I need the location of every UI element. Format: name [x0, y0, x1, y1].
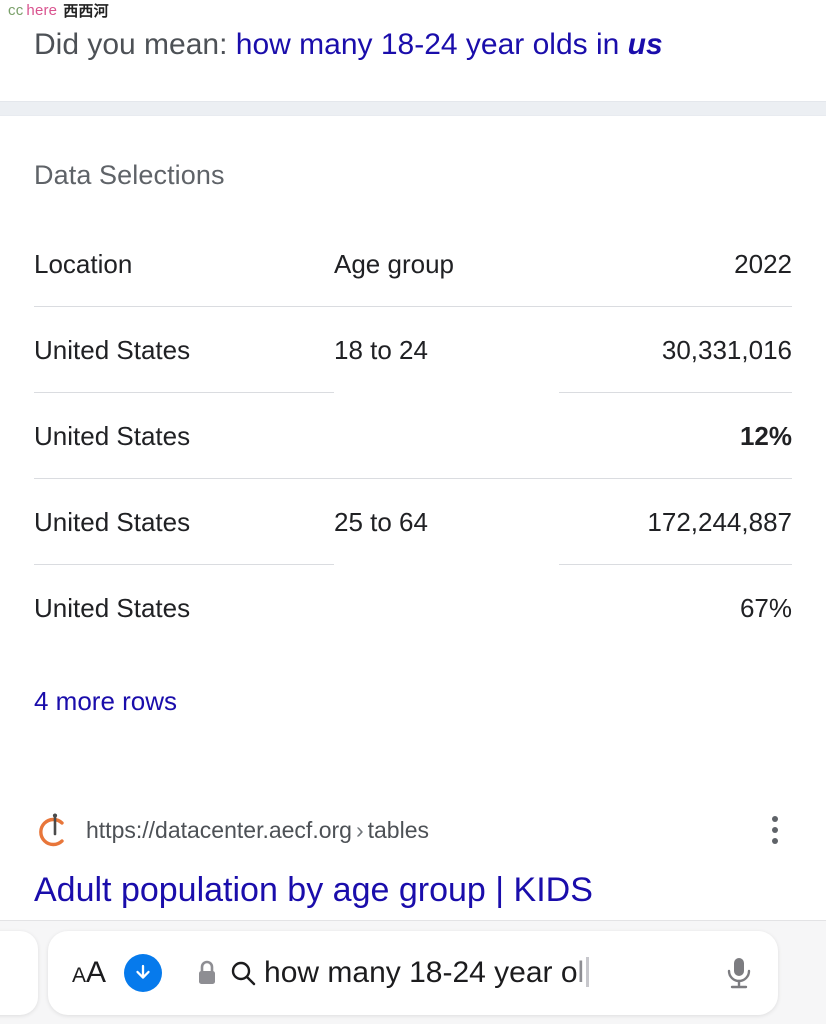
- data-selections-table: Location Age group 2022 United States 18…: [34, 249, 792, 650]
- cell-value: 67%: [559, 564, 792, 650]
- address-bar-text[interactable]: how many 18-24 year ol: [264, 953, 706, 993]
- cell-value: 12%: [559, 392, 792, 479]
- did-you-mean-label: Did you mean:: [34, 28, 228, 61]
- search-icon: [228, 958, 258, 988]
- did-you-mean-suggestion-link[interactable]: how many 18-24 year olds in us: [236, 28, 663, 61]
- kebab-menu-icon[interactable]: [758, 810, 792, 850]
- result-header: https://datacenter.aecf.org › tables: [34, 806, 792, 854]
- watermark-chinese: 西西河: [63, 1, 109, 20]
- suggestion-emphasis: us: [627, 28, 663, 61]
- watermark-here: here: [26, 1, 58, 19]
- address-value: how many 18-24 year o: [264, 956, 578, 989]
- page-title: Data Selections: [34, 160, 225, 190]
- cell-value: 172,244,887: [559, 478, 792, 565]
- section-separator-band: [0, 101, 826, 116]
- download-arrow-icon[interactable]: [124, 954, 163, 992]
- kebab-dot: [772, 838, 778, 844]
- data-selections-panel: Data Selections Location Age group 2022 …: [0, 116, 826, 717]
- result-url-separator: ›: [355, 816, 364, 843]
- site-watermark: cc here 西西河: [8, 0, 109, 20]
- watermark-cc: cc: [8, 1, 24, 19]
- address-bar[interactable]: AA how many 18-24 year ol: [48, 931, 778, 1015]
- table-row: United States 18 to 24 30,331,016: [34, 306, 792, 393]
- cell-location: United States: [34, 392, 334, 479]
- result-title-link[interactable]: Adult population by age group | KIDS: [34, 868, 792, 912]
- text-caret: [586, 957, 590, 987]
- cell-age-group: [334, 565, 559, 651]
- table-row: United States 12%: [34, 392, 792, 479]
- browser-toolbar: AA how many 18-24 year ol: [0, 920, 826, 1024]
- table-row: United States 67%: [34, 564, 792, 651]
- cell-location: United States: [34, 564, 334, 650]
- browser-page: cc here 西西河 Did you mean: how many 18-24…: [0, 0, 826, 1024]
- page-settings-small-a: A: [72, 964, 87, 987]
- column-header-year: 2022: [734, 249, 792, 279]
- address-value-truncated: l: [577, 956, 585, 989]
- microphone-icon[interactable]: [722, 953, 756, 993]
- cell-age-group: 18 to 24: [334, 306, 559, 393]
- kebab-dot: [772, 816, 778, 822]
- result-url-domain: https://datacenter.aecf.org: [86, 816, 352, 843]
- cell-location: United States: [34, 478, 334, 565]
- adjacent-tab-peek[interactable]: [0, 931, 38, 1015]
- cell-location: United States: [34, 306, 334, 393]
- more-rows-link[interactable]: 4 more rows: [34, 686, 177, 717]
- result-url[interactable]: https://datacenter.aecf.org › tables: [86, 817, 758, 844]
- cell-age-group: 25 to 64: [334, 478, 559, 565]
- page-settings-big-a: A: [86, 956, 107, 989]
- kebab-dot: [772, 827, 778, 833]
- table-row: United States 25 to 64 172,244,887: [34, 478, 792, 565]
- search-result: https://datacenter.aecf.org › tables Adult…: [0, 806, 826, 912]
- page-settings-button[interactable]: AA: [72, 958, 106, 988]
- did-you-mean-row: Did you mean: how many 18-24 year olds i…: [0, 25, 826, 65]
- aecf-crescent-favicon: [34, 812, 70, 848]
- column-header-age-group: Age group: [334, 249, 454, 279]
- lock-icon: [194, 958, 220, 988]
- column-header-location: Location: [34, 249, 133, 279]
- suggestion-text: how many 18-24 year olds in: [235, 28, 628, 61]
- table-header-row: Location Age group 2022: [34, 249, 792, 307]
- cell-value: 30,331,016: [559, 306, 792, 393]
- cell-age-group: [334, 393, 559, 479]
- result-url-path: tables: [367, 816, 429, 843]
